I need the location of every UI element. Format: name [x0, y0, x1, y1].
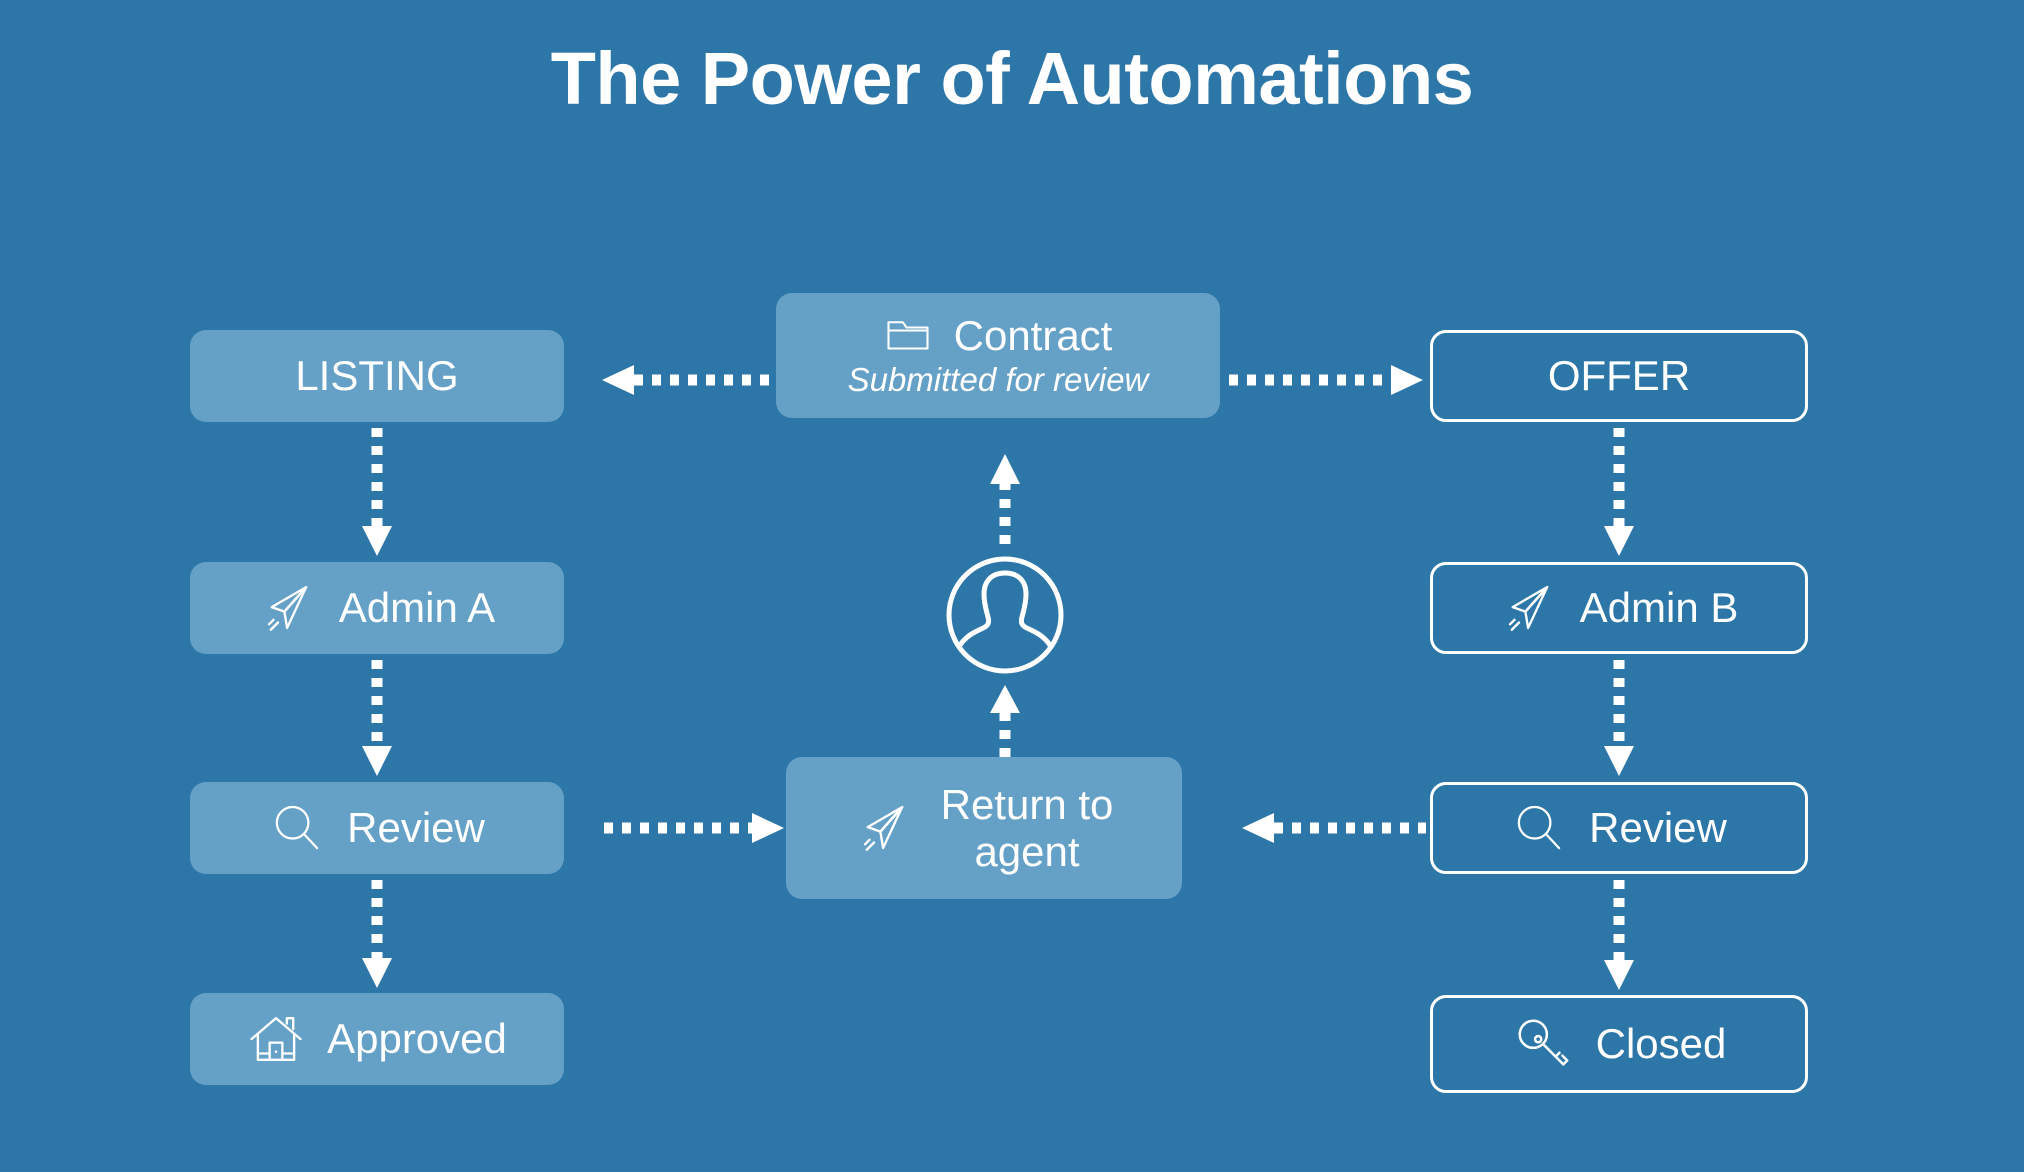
- node-admin-b[interactable]: Admin B: [1430, 562, 1808, 654]
- node-admin-b-label: Admin B: [1579, 584, 1739, 632]
- node-closed-label: Closed: [1595, 1020, 1727, 1068]
- node-return-to-agent-content: Return to agent: [855, 780, 1114, 875]
- node-approved-label: Approved: [327, 1015, 507, 1063]
- node-offer-label: OFFER: [1547, 352, 1691, 400]
- node-review-right-label: Review: [1589, 804, 1727, 852]
- arrow-listing-to-admin-a: [359, 426, 395, 558]
- node-approved-content: Approved: [247, 1010, 507, 1068]
- key-icon: [1512, 1013, 1574, 1075]
- node-approved[interactable]: Approved: [190, 993, 564, 1085]
- page-title: The Power of Automations: [550, 37, 1474, 120]
- arrow-return-to-avatar: [987, 683, 1023, 759]
- paper-plane-icon: [1500, 579, 1558, 637]
- folder-icon: [884, 311, 932, 359]
- user-circle-icon: [941, 551, 1069, 679]
- node-admin-a[interactable]: Admin A: [190, 562, 564, 654]
- node-review-left[interactable]: Review: [190, 782, 564, 874]
- house-icon: [247, 1010, 305, 1068]
- node-contract-content: Contract Submitted for review: [848, 311, 1149, 399]
- magnifier-icon: [269, 800, 325, 856]
- arrow-contract-to-offer: [1225, 362, 1425, 398]
- node-contract-label: Contract: [953, 311, 1113, 359]
- node-offer[interactable]: OFFER: [1430, 330, 1808, 422]
- arrow-avatar-to-contract: [987, 452, 1023, 546]
- arrow-review-right-to-closed: [1601, 878, 1637, 992]
- paper-plane-icon: [259, 579, 317, 637]
- avatar: [935, 545, 1075, 685]
- node-listing[interactable]: LISTING: [190, 330, 564, 422]
- arrow-offer-to-admin-b: [1601, 426, 1637, 558]
- node-review-right-content: Review: [1511, 800, 1727, 856]
- paper-plane-icon: [855, 799, 913, 857]
- arrow-admin-a-to-review-left: [359, 658, 395, 778]
- node-review-left-label: Review: [347, 804, 485, 852]
- node-review-left-content: Review: [269, 800, 485, 856]
- node-admin-a-content: Admin A: [259, 579, 495, 637]
- arrow-admin-b-to-review-right: [1601, 658, 1637, 778]
- node-offer-content: OFFER: [1548, 352, 1690, 399]
- magnifier-icon: [1511, 800, 1567, 856]
- arrow-contract-to-listing: [600, 362, 780, 398]
- node-closed-content: Closed: [1512, 1013, 1727, 1075]
- arrow-review-left-to-approved: [359, 878, 395, 990]
- node-listing-label: LISTING: [295, 352, 459, 400]
- arrow-review-left-to-return: [600, 810, 786, 846]
- node-contract[interactable]: Contract Submitted for review: [776, 293, 1220, 418]
- node-listing-content: LISTING: [295, 352, 458, 399]
- node-contract-sublabel: Submitted for review: [847, 361, 1149, 399]
- node-admin-a-label: Admin A: [338, 584, 496, 632]
- node-review-right[interactable]: Review: [1430, 782, 1808, 874]
- arrow-review-right-to-return: [1240, 810, 1430, 846]
- node-closed[interactable]: Closed: [1430, 995, 1808, 1093]
- node-contract-title-row: Contract: [884, 311, 1113, 359]
- node-return-to-agent-label: Return to agent: [940, 780, 1114, 875]
- node-return-to-agent[interactable]: Return to agent: [786, 757, 1182, 899]
- node-admin-b-content: Admin B: [1500, 579, 1739, 637]
